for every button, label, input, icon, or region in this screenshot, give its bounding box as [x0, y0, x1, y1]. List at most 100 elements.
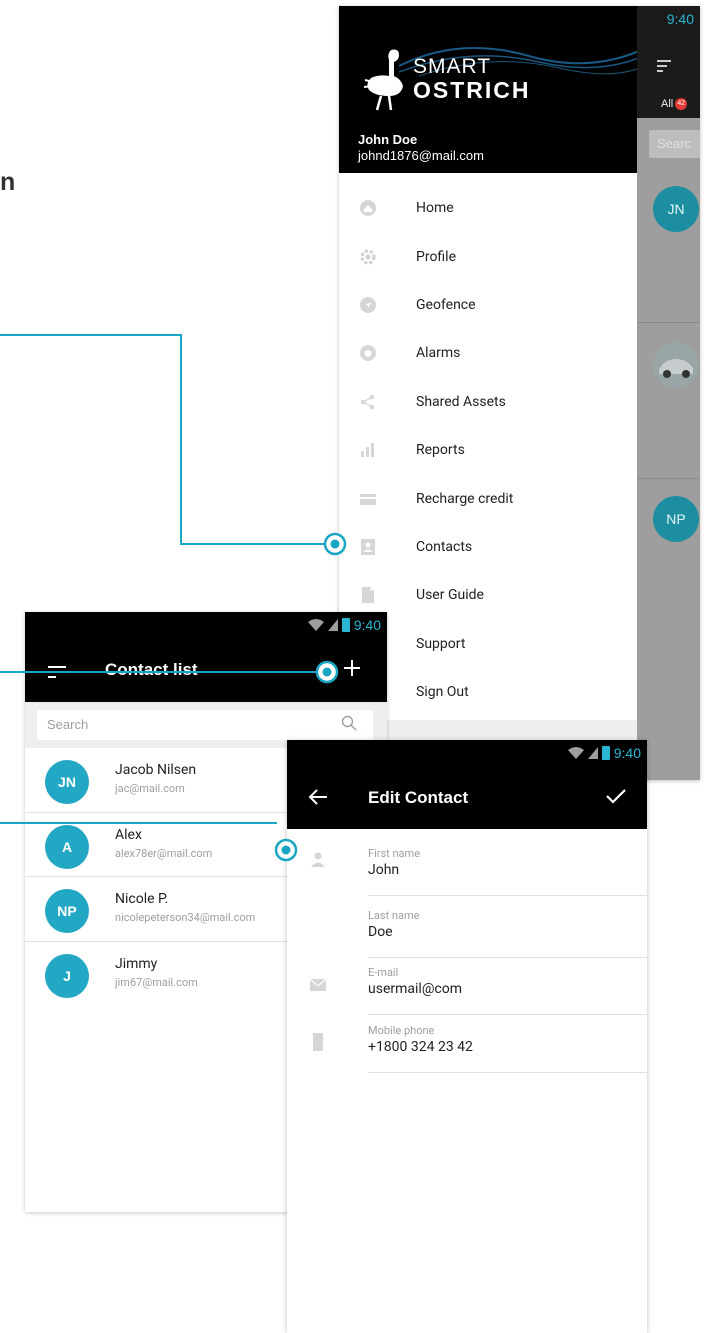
battery-icon: [601, 746, 610, 760]
menu-icon[interactable]: [48, 666, 66, 681]
menu-item-label: Support: [416, 635, 466, 652]
status-bar: 9:40: [307, 612, 387, 638]
contact-list-appbar: 9:40 Contact list: [25, 612, 387, 702]
signal-icon: [327, 619, 338, 631]
plus-icon: [344, 660, 360, 676]
callout-line-contacts: [0, 334, 326, 545]
menu-item-contacts[interactable]: Contacts: [339, 523, 637, 571]
alarm-icon: [359, 344, 377, 362]
unread-badge: 42: [675, 98, 688, 111]
field-value: +1800 324 23 42: [368, 1039, 473, 1055]
menu-item-reports[interactable]: Reports: [339, 426, 637, 474]
menu-item-geofence[interactable]: Geofence: [339, 281, 637, 329]
add-contact-button[interactable]: [343, 656, 361, 682]
behind-appbar: 9:40 All 42: [637, 6, 700, 118]
menu-item-alarms[interactable]: Alarms: [339, 329, 637, 377]
logo-line-1: SMART: [413, 55, 492, 78]
menu-item-profile[interactable]: Profile: [339, 232, 637, 280]
field-value: John: [368, 862, 400, 878]
battery-icon: [341, 618, 350, 632]
gear-icon: [359, 248, 377, 266]
phone-icon: [313, 1033, 323, 1051]
divider: [637, 322, 700, 323]
last-name-field[interactable]: Last name Doe: [368, 901, 647, 958]
field-value: usermail@com: [368, 981, 462, 997]
drawer-header: SMART OSTRICH John Doe johnd1876@mail.co…: [339, 6, 637, 173]
avatar: JN: [45, 760, 89, 804]
first-name-field[interactable]: First name John: [368, 839, 647, 896]
contact-name: Nicole P.: [115, 891, 169, 907]
mobile-phone-field[interactable]: Mobile phone +1800 324 23 42: [368, 1016, 647, 1073]
avatar: NP: [45, 889, 89, 933]
ostrich-logo-icon: [363, 49, 403, 111]
home-icon: [359, 199, 377, 217]
partial-heading: n: [0, 168, 16, 196]
navigation-drawer-screen: 9:40 All 42 Searc JN NP SMART OSTRICH Jo…: [339, 6, 700, 780]
navigation-icon: [359, 296, 377, 314]
behind-tab-all: All 42: [661, 98, 688, 111]
contact-email: jac@mail.com: [115, 782, 185, 795]
menu-item-label: Recharge credit: [416, 490, 514, 507]
menu-icon: [657, 60, 671, 75]
contact-email: alex78er@mail.com: [115, 846, 213, 860]
menu-item-label: Sign Out: [416, 684, 469, 701]
logo-line-2: OSTRICH: [413, 77, 531, 103]
behind-avatar-jn: JN: [653, 186, 699, 232]
contact-name: Alex: [115, 826, 142, 843]
wifi-icon: [307, 619, 324, 631]
wifi-icon: [567, 747, 584, 759]
contact-name: Jimmy: [115, 955, 158, 972]
divider: [637, 478, 700, 479]
car-photo-icon: [653, 342, 699, 388]
credit-card-icon: [359, 490, 377, 508]
field-label: Mobile phone: [368, 1024, 435, 1037]
menu-item-label: Profile: [416, 248, 457, 265]
page-title: Contact list: [105, 660, 198, 679]
status-bar: 9:40: [567, 740, 647, 766]
drawer-scrim-content[interactable]: 9:40 All 42 Searc JN NP: [637, 6, 700, 780]
field-label: First name: [368, 847, 421, 860]
contact-name: Jacob Nilsen: [115, 762, 197, 778]
contact-email: nicolepeterson34@mail.com: [115, 911, 256, 924]
behind-tab-label: All: [661, 98, 674, 110]
field-value: Doe: [368, 924, 393, 940]
bar-chart-icon: [359, 441, 377, 459]
status-time: 9:40: [613, 745, 641, 761]
contacts-icon: [359, 538, 377, 556]
menu-item-label: Alarms: [416, 345, 461, 362]
menu-item-shared-assets[interactable]: Shared Assets: [339, 378, 637, 426]
behind-avatar-np: NP: [653, 496, 699, 542]
status-time: 9:40: [353, 617, 381, 633]
edit-contact-appbar: 9:40 Edit Contact: [287, 740, 647, 829]
search-input[interactable]: Search: [37, 710, 373, 740]
signal-icon: [587, 747, 598, 759]
menu-item-label: Geofence: [416, 296, 476, 313]
status-time: 9:40: [666, 11, 694, 27]
drawer-user-email: johnd1876@mail.com: [358, 148, 484, 163]
field-label: Last name: [368, 909, 420, 922]
menu-item-label: Contacts: [416, 538, 473, 555]
person-icon: [311, 852, 325, 867]
search-icon[interactable]: [341, 715, 357, 731]
app-logo: SMART OSTRICH: [361, 46, 531, 112]
avatar: J: [45, 953, 89, 998]
drawer-user-name: John Doe: [358, 132, 418, 147]
email-field[interactable]: E-mail usermail@com: [368, 958, 647, 1015]
share-icon: [359, 393, 377, 411]
avatar: A: [45, 824, 89, 869]
document-icon: [359, 586, 377, 604]
email-icon: [309, 978, 327, 991]
menu-item-label: Reports: [416, 442, 465, 459]
menu-item-home[interactable]: Home: [339, 184, 637, 232]
menu-item-label: Shared Assets: [416, 393, 506, 410]
field-label: E-mail: [368, 966, 399, 979]
menu-item-label: Home: [416, 200, 454, 217]
menu-item-recharge-credit[interactable]: Recharge credit: [339, 474, 637, 522]
menu-item-label: User Guide: [416, 587, 484, 604]
contact-email: jim67@mail.com: [115, 975, 198, 989]
save-check-icon[interactable]: [605, 787, 627, 805]
back-arrow-icon[interactable]: [307, 788, 329, 806]
edit-contact-screen: 9:40 Edit Contact First name John Last n…: [287, 740, 647, 1333]
status-bar: 9:40: [667, 6, 700, 32]
behind-search: Searc: [649, 130, 700, 158]
